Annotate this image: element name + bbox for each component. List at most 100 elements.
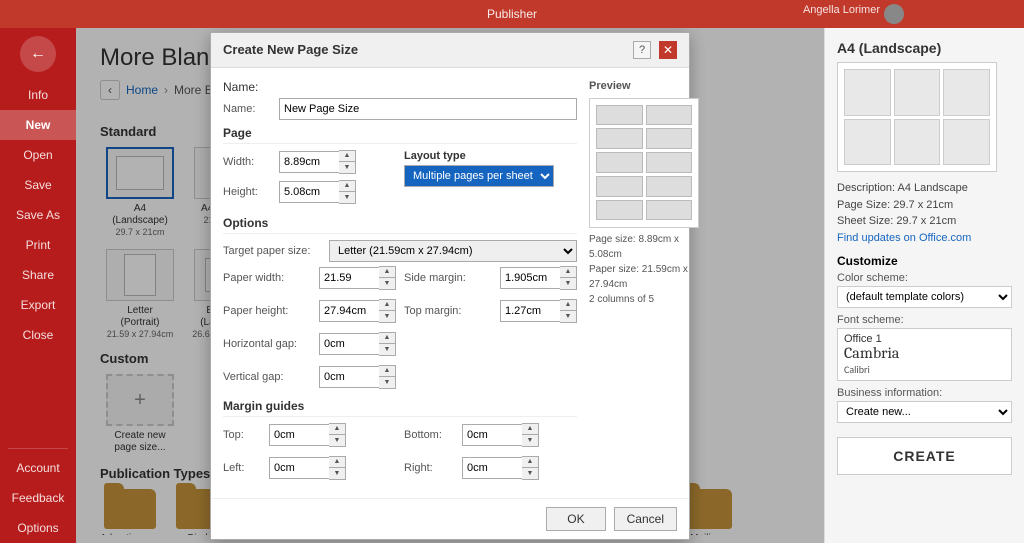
mgt-up[interactable]: ▲ (329, 424, 345, 435)
mgr-down[interactable]: ▼ (522, 468, 538, 479)
sidebar-divider (8, 448, 68, 449)
sm-down[interactable]: ▼ (560, 278, 576, 289)
mg-right-spinner: ▲ ▼ (462, 456, 577, 480)
width-down-button[interactable]: ▼ (339, 162, 355, 173)
preview-cell-1 (844, 69, 891, 116)
mg-right-input[interactable] (462, 457, 522, 479)
paper-height-input[interactable] (319, 300, 379, 322)
hg-spin: ▲ ▼ (379, 332, 396, 356)
name-field-label: Name: (223, 103, 273, 115)
sidebar-item-save-as[interactable]: Save As (0, 200, 76, 230)
create-button[interactable]: CREATE (837, 437, 1012, 475)
layout-type-col: Layout type Multiple pages per sheet (404, 150, 577, 210)
mg-left-input[interactable] (269, 457, 329, 479)
v-gap-input[interactable] (319, 366, 379, 388)
mg-top-input[interactable] (269, 424, 329, 446)
height-spin-buttons: ▲ ▼ (339, 180, 356, 204)
preview-info: Page size: 8.89cm x 5.08cm Paper size: 2… (589, 232, 699, 307)
preview-cell (646, 128, 693, 149)
sidebar-item-feedback[interactable]: Feedback (0, 483, 76, 513)
preview-cell (646, 105, 693, 126)
sidebar-item-new[interactable]: New (0, 110, 76, 140)
height-up-button[interactable]: ▲ (339, 181, 355, 192)
height-down-button[interactable]: ▼ (339, 192, 355, 203)
modal-body: Name: Name: Page Width: (211, 68, 689, 498)
hg-down[interactable]: ▼ (379, 344, 395, 355)
color-scheme-label: Color scheme: (837, 272, 1012, 284)
modal-titlebar: Create New Page Size ? ✕ (211, 33, 689, 68)
size-info-line3: 2 columns of 5 (589, 294, 654, 305)
sidebar-item-info[interactable]: Info (0, 80, 76, 110)
customize-title: Customize (837, 254, 1012, 268)
ph-up[interactable]: ▲ (379, 300, 395, 311)
business-info-select[interactable]: Create new... (837, 401, 1012, 423)
cancel-button[interactable]: Cancel (614, 507, 677, 531)
preview-cell-5 (894, 119, 941, 166)
margin-guides-grid: Top: ▲ ▼ Bottom: (223, 423, 577, 486)
sidebar-item-close[interactable]: Close (0, 320, 76, 350)
mg-right-row: Right: ▲ ▼ (404, 456, 577, 480)
modal-footer: OK Cancel (211, 498, 689, 539)
sidebar-item-share[interactable]: Share (0, 260, 76, 290)
mgl-spin: ▲ ▼ (329, 456, 346, 480)
width-input[interactable] (279, 151, 339, 173)
mgr-up[interactable]: ▲ (522, 457, 538, 468)
ok-button[interactable]: OK (546, 507, 605, 531)
name-input[interactable] (279, 98, 577, 120)
sidebar-item-export[interactable]: Export (0, 290, 76, 320)
side-margin-input[interactable] (500, 267, 560, 289)
ph-down[interactable]: ▼ (379, 311, 395, 322)
panel-preview-thumb (837, 62, 997, 172)
vg-down[interactable]: ▼ (379, 377, 395, 388)
top-margin-row: Top margin: ▲ ▼ (404, 299, 577, 323)
office-link[interactable]: Find updates on Office.com (837, 232, 971, 244)
mg-bottom-input[interactable] (462, 424, 522, 446)
h-gap-label: Horizontal gap: (223, 338, 313, 350)
sidebar-item-account[interactable]: Account (0, 453, 76, 483)
mgt-down[interactable]: ▼ (329, 435, 345, 446)
help-button[interactable]: ? (633, 41, 651, 59)
close-button[interactable]: ✕ (659, 41, 677, 59)
mgb-down[interactable]: ▼ (522, 435, 538, 446)
preview-cell-2 (894, 69, 941, 116)
h-gap-input[interactable] (319, 333, 379, 355)
create-page-size-modal: Create New Page Size ? ✕ Name: Name: (210, 32, 690, 540)
margin-guides-section: Margin guides (223, 399, 577, 417)
sidebar-item-open[interactable]: Open (0, 140, 76, 170)
layout-type-select[interactable]: Multiple pages per sheet (404, 165, 554, 187)
width-up-button[interactable]: ▲ (339, 151, 355, 162)
mg-bottom-spinner: ▲ ▼ (462, 423, 577, 447)
mgl-down[interactable]: ▼ (329, 468, 345, 479)
right-panel: A4 (Landscape) Description: A4 Landscape… (824, 28, 1024, 543)
sidebar-item-print[interactable]: Print (0, 230, 76, 260)
vg-spin: ▲ ▼ (379, 365, 396, 389)
font-scheme-box: Office 1 Cambria Calibri (837, 328, 1012, 381)
mgb-up[interactable]: ▲ (522, 424, 538, 435)
paper-height-spinner: ▲ ▼ (319, 299, 396, 323)
h-gap-spinner: ▲ ▼ (319, 332, 396, 356)
page-dimensions: Width: ▲ ▼ (223, 150, 577, 210)
panel-description: Description: A4 Landscape Page Size: 29.… (837, 180, 1012, 246)
top-margin-input[interactable] (500, 300, 560, 322)
tm-spin: ▲ ▼ (560, 299, 577, 323)
mgl-up[interactable]: ▲ (329, 457, 345, 468)
mg-top-row: Top: ▲ ▼ (223, 423, 396, 447)
height-input[interactable] (279, 181, 339, 203)
tm-up[interactable]: ▲ (560, 300, 576, 311)
pw-up[interactable]: ▲ (379, 267, 395, 278)
sidebar-item-options[interactable]: Options (0, 513, 76, 543)
sm-up[interactable]: ▲ (560, 267, 576, 278)
layout-type-label: Layout type (404, 150, 577, 162)
pw-down[interactable]: ▼ (379, 278, 395, 289)
name-row: Name: (223, 98, 577, 120)
sidebar-item-save[interactable]: Save (0, 170, 76, 200)
paper-width-input[interactable] (319, 267, 379, 289)
tm-down[interactable]: ▼ (560, 311, 576, 322)
hg-up[interactable]: ▲ (379, 333, 395, 344)
vg-up[interactable]: ▲ (379, 366, 395, 377)
height-label: Height: (223, 186, 273, 198)
color-scheme-select[interactable]: (default template colors) (837, 286, 1012, 308)
back-button[interactable]: ← (20, 36, 56, 72)
width-spinner: ▲ ▼ (279, 150, 396, 174)
target-paper-select[interactable]: Letter (21.59cm x 27.94cm) (329, 240, 577, 262)
